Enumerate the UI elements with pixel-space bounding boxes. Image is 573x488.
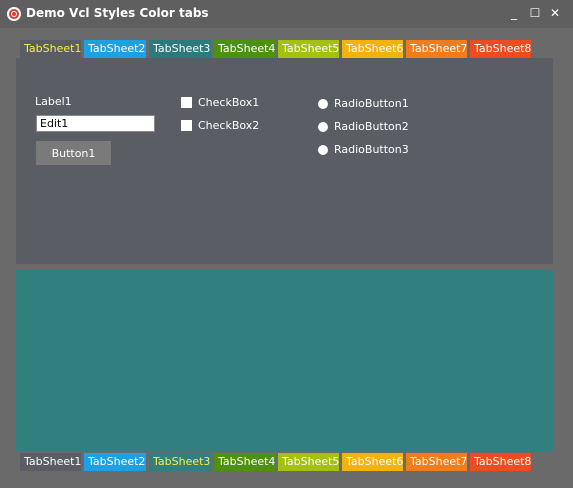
radiobutton1-label: RadioButton1 [334, 97, 409, 110]
bottom-tab-2[interactable]: TabSheet2 [84, 453, 146, 471]
bottom-tab-4[interactable]: TabSheet4 [214, 453, 275, 471]
minimize-button[interactable]: _ [505, 4, 523, 22]
checkbox1-box[interactable] [181, 97, 192, 108]
radiobutton2[interactable]: RadioButton2 [318, 120, 409, 133]
radiobutton3[interactable]: RadioButton3 [318, 143, 409, 156]
window-title: Demo Vcl Styles Color tabs [26, 6, 209, 20]
app-icon [7, 7, 21, 21]
radiobutton3-dot[interactable] [318, 144, 328, 155]
app-window: Demo Vcl Styles Color tabs _ ☐ ✕ TabShee… [0, 0, 573, 488]
bottom-tab-panel [16, 270, 553, 452]
top-tab-strip: TabSheet1 TabSheet2 TabSheet3 TabSheet4 … [20, 40, 534, 58]
top-tab-2[interactable]: TabSheet2 [84, 40, 146, 58]
checkbox2[interactable]: CheckBox2 [181, 119, 259, 132]
checkbox1-label: CheckBox1 [198, 96, 260, 109]
checkbox1[interactable]: CheckBox1 [181, 96, 259, 109]
top-tab-1[interactable]: TabSheet1 [20, 40, 81, 58]
bottom-tab-3[interactable]: TabSheet3 [149, 453, 211, 471]
bottom-tab-7[interactable]: TabSheet7 [406, 453, 467, 471]
top-tab-7[interactable]: TabSheet7 [406, 40, 467, 58]
bottom-tab-strip: TabSheet1 TabSheet2 TabSheet3 TabSheet4 … [20, 453, 534, 471]
bottom-tab-8[interactable]: TabSheet8 [470, 453, 531, 471]
radiobutton1[interactable]: RadioButton1 [318, 97, 409, 110]
radiobutton1-dot[interactable] [318, 98, 328, 109]
radiobutton2-dot[interactable] [318, 121, 328, 132]
edit1-input[interactable] [36, 115, 155, 132]
top-tab-5[interactable]: TabSheet5 [278, 40, 339, 58]
top-tab-8[interactable]: TabSheet8 [470, 40, 531, 58]
checkbox2-box[interactable] [181, 120, 192, 131]
title-bar: Demo Vcl Styles Color tabs _ ☐ ✕ [0, 0, 573, 28]
maximize-button[interactable]: ☐ [526, 4, 544, 22]
radiobutton3-label: RadioButton3 [334, 143, 409, 156]
bottom-tab-1[interactable]: TabSheet1 [20, 453, 81, 471]
button1[interactable]: Button1 [36, 141, 111, 165]
checkbox2-label: CheckBox2 [198, 119, 260, 132]
close-button[interactable]: ✕ [546, 4, 564, 22]
top-tab-3[interactable]: TabSheet3 [149, 40, 211, 58]
bottom-tab-6[interactable]: TabSheet6 [342, 453, 403, 471]
bottom-tab-5[interactable]: TabSheet5 [278, 453, 339, 471]
top-tab-6[interactable]: TabSheet6 [342, 40, 403, 58]
top-tab-4[interactable]: TabSheet4 [214, 40, 275, 58]
label1: Label1 [35, 95, 72, 108]
radiobutton2-label: RadioButton2 [334, 120, 409, 133]
